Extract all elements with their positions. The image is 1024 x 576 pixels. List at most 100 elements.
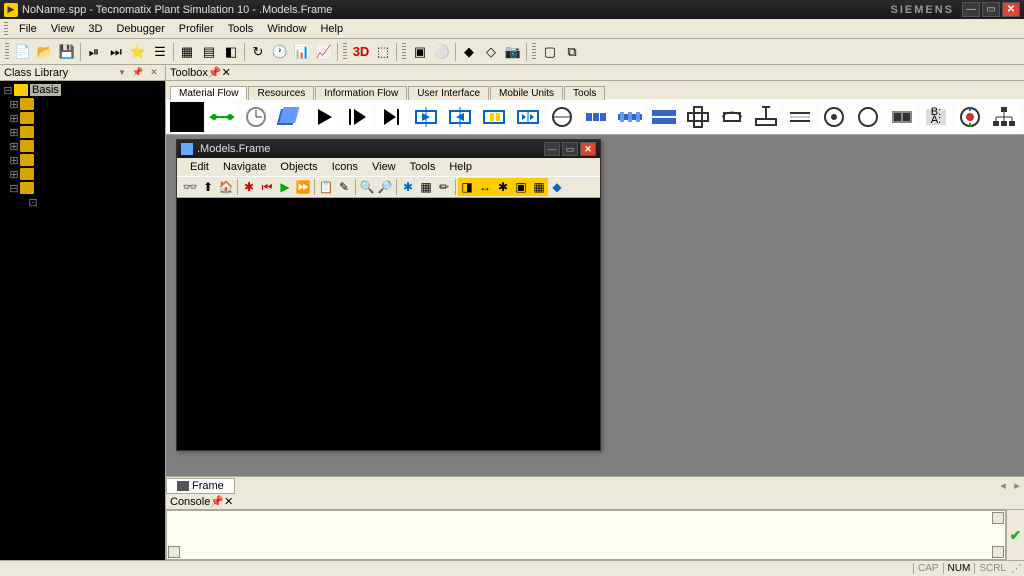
open-icon[interactable]: 📂 xyxy=(34,41,56,63)
breakpoint-icon[interactable]: ⚪ xyxy=(431,41,453,63)
connector-icon[interactable] xyxy=(206,103,238,131)
tree-root[interactable]: ⊟Basis xyxy=(2,83,163,97)
pencil-icon[interactable]: ✏ xyxy=(435,178,453,196)
singleproc-icon[interactable] xyxy=(308,103,340,131)
menu-window[interactable]: Window xyxy=(260,21,313,37)
profile-icon[interactable]: ◆ xyxy=(458,41,480,63)
diamond-icon[interactable]: ◆ xyxy=(548,178,566,196)
refresh-icon[interactable]: ↻ xyxy=(247,41,269,63)
tree-item[interactable]: ⊞ xyxy=(2,167,163,181)
save-icon[interactable]: 💾 xyxy=(56,41,78,63)
rewind-icon[interactable]: ⏮ xyxy=(258,178,276,196)
fastforward-icon[interactable]: ⏩ xyxy=(294,178,312,196)
prev-tab-icon[interactable]: ◂ xyxy=(996,479,1010,492)
tab-user-interface[interactable]: User Interface xyxy=(408,86,489,100)
pickandplace-icon[interactable] xyxy=(750,103,782,131)
sub-menu-tools[interactable]: Tools xyxy=(403,159,443,175)
pin-icon[interactable]: 📌 xyxy=(131,66,145,80)
close-panel-icon[interactable]: ✕ xyxy=(222,66,231,79)
subwindow-titlebar[interactable]: .Models.Frame — ▭ ✕ xyxy=(177,140,600,158)
frame-canvas[interactable] xyxy=(177,198,600,450)
chart2-icon[interactable]: 📈 xyxy=(313,41,335,63)
tree-item[interactable]: ⊞ xyxy=(2,153,163,167)
twolanetrack-icon[interactable] xyxy=(648,103,680,131)
sub-menu-icons[interactable]: Icons xyxy=(325,159,365,175)
model-icon[interactable]: ▦ xyxy=(176,41,198,63)
placebuffer-icon[interactable] xyxy=(512,103,544,131)
dropdown-icon[interactable]: ▾ xyxy=(115,66,129,80)
track-icon[interactable] xyxy=(614,103,646,131)
home-icon[interactable]: 🏠 xyxy=(217,178,235,196)
window-icon[interactable]: ▢ xyxy=(539,41,561,63)
scroll-up-icon[interactable] xyxy=(992,512,1004,524)
tree-item[interactable]: ⊞ xyxy=(2,139,163,153)
profile2-icon[interactable]: ◇ xyxy=(480,41,502,63)
edit-icon[interactable]: ✎ xyxy=(335,178,353,196)
windows-icon[interactable]: ⧉ xyxy=(561,41,583,63)
zoomout-icon[interactable]: 🔍 xyxy=(358,178,376,196)
yellow4-icon[interactable]: ▣ xyxy=(512,178,530,196)
console-corner-icon[interactable] xyxy=(168,546,180,558)
resize-grip-icon[interactable]: ⋰ xyxy=(1010,562,1024,575)
menu-debugger[interactable]: Debugger xyxy=(109,21,171,37)
sub-close-button[interactable]: ✕ xyxy=(580,142,596,156)
source-icon[interactable] xyxy=(274,103,306,131)
interface-icon[interactable] xyxy=(886,103,918,131)
sub-minimize-button[interactable]: — xyxy=(544,142,560,156)
tab-material-flow[interactable]: Material Flow xyxy=(170,86,247,100)
tree-item[interactable]: ⊞ xyxy=(2,125,163,139)
close-panel-icon[interactable]: ✕ xyxy=(224,495,233,508)
sub-menu-view[interactable]: View xyxy=(365,159,403,175)
pin-icon[interactable]: 📌 xyxy=(210,495,224,508)
tree-item[interactable]: ⊞ xyxy=(2,111,163,125)
yellow5-icon[interactable]: ▦ xyxy=(530,178,548,196)
3d-label[interactable]: 3D xyxy=(350,41,372,63)
yellow1-icon[interactable]: ◨ xyxy=(458,178,476,196)
next-tab-icon[interactable]: ▸ xyxy=(1010,479,1024,492)
assembly-icon[interactable] xyxy=(410,103,442,131)
menu-3d[interactable]: 3D xyxy=(81,21,109,37)
snap-icon[interactable]: ✱ xyxy=(399,178,417,196)
menu-profiler[interactable]: Profiler xyxy=(172,21,221,37)
up-icon[interactable]: ⬆ xyxy=(199,178,217,196)
console-body[interactable] xyxy=(166,510,1006,560)
trigger-icon[interactable] xyxy=(954,103,986,131)
close-button[interactable]: ✕ xyxy=(1002,2,1020,17)
angularconverter-icon[interactable] xyxy=(682,103,714,131)
sub-menu-objects[interactable]: Objects xyxy=(273,159,324,175)
tree-item[interactable]: ⊟ xyxy=(2,181,163,195)
sub-menu-navigate[interactable]: Navigate xyxy=(216,159,273,175)
eventcontroller-icon[interactable] xyxy=(240,103,272,131)
transferstation-icon[interactable]: B:A: xyxy=(920,103,952,131)
dismantle-icon[interactable] xyxy=(444,103,476,131)
play-icon[interactable]: ▶ xyxy=(276,178,294,196)
menu-file[interactable]: File xyxy=(12,21,44,37)
minimize-button[interactable]: — xyxy=(962,2,980,17)
sub-maximize-button[interactable]: ▭ xyxy=(562,142,578,156)
parallelproc-icon[interactable] xyxy=(342,103,374,131)
turntable-icon[interactable] xyxy=(716,103,748,131)
tab-mobile-units[interactable]: Mobile Units xyxy=(490,86,563,100)
tab-resources[interactable]: Resources xyxy=(248,86,314,100)
pin-icon[interactable]: 📌 xyxy=(208,66,222,79)
chart-icon[interactable]: 📊 xyxy=(291,41,313,63)
debug-icon[interactable]: ▣ xyxy=(409,41,431,63)
tab-tools[interactable]: Tools xyxy=(564,86,605,100)
frame-icon[interactable] xyxy=(170,102,204,132)
tree-leaf[interactable]: ⊡ xyxy=(2,195,163,209)
camera-icon[interactable]: 📷 xyxy=(502,41,524,63)
toolbar-icon[interactable]: ◧ xyxy=(220,41,242,63)
maximize-button[interactable]: ▭ xyxy=(982,2,1000,17)
reset-icon[interactable]: ✱ xyxy=(240,178,258,196)
event-controller-icon[interactable]: ⏯ xyxy=(83,41,105,63)
line-icon[interactable] xyxy=(580,103,612,131)
yellow3-icon[interactable]: ✱ xyxy=(494,178,512,196)
sorter-icon[interactable] xyxy=(784,103,816,131)
tree-item[interactable]: ⊞ xyxy=(2,97,163,111)
list-icon[interactable]: ☰ xyxy=(149,41,171,63)
menu-help[interactable]: Help xyxy=(313,21,350,37)
network-icon[interactable] xyxy=(988,103,1020,131)
clipboard-icon[interactable]: 📋 xyxy=(317,178,335,196)
tab-information-flow[interactable]: Information Flow xyxy=(315,86,407,100)
drain-icon[interactable] xyxy=(376,103,408,131)
